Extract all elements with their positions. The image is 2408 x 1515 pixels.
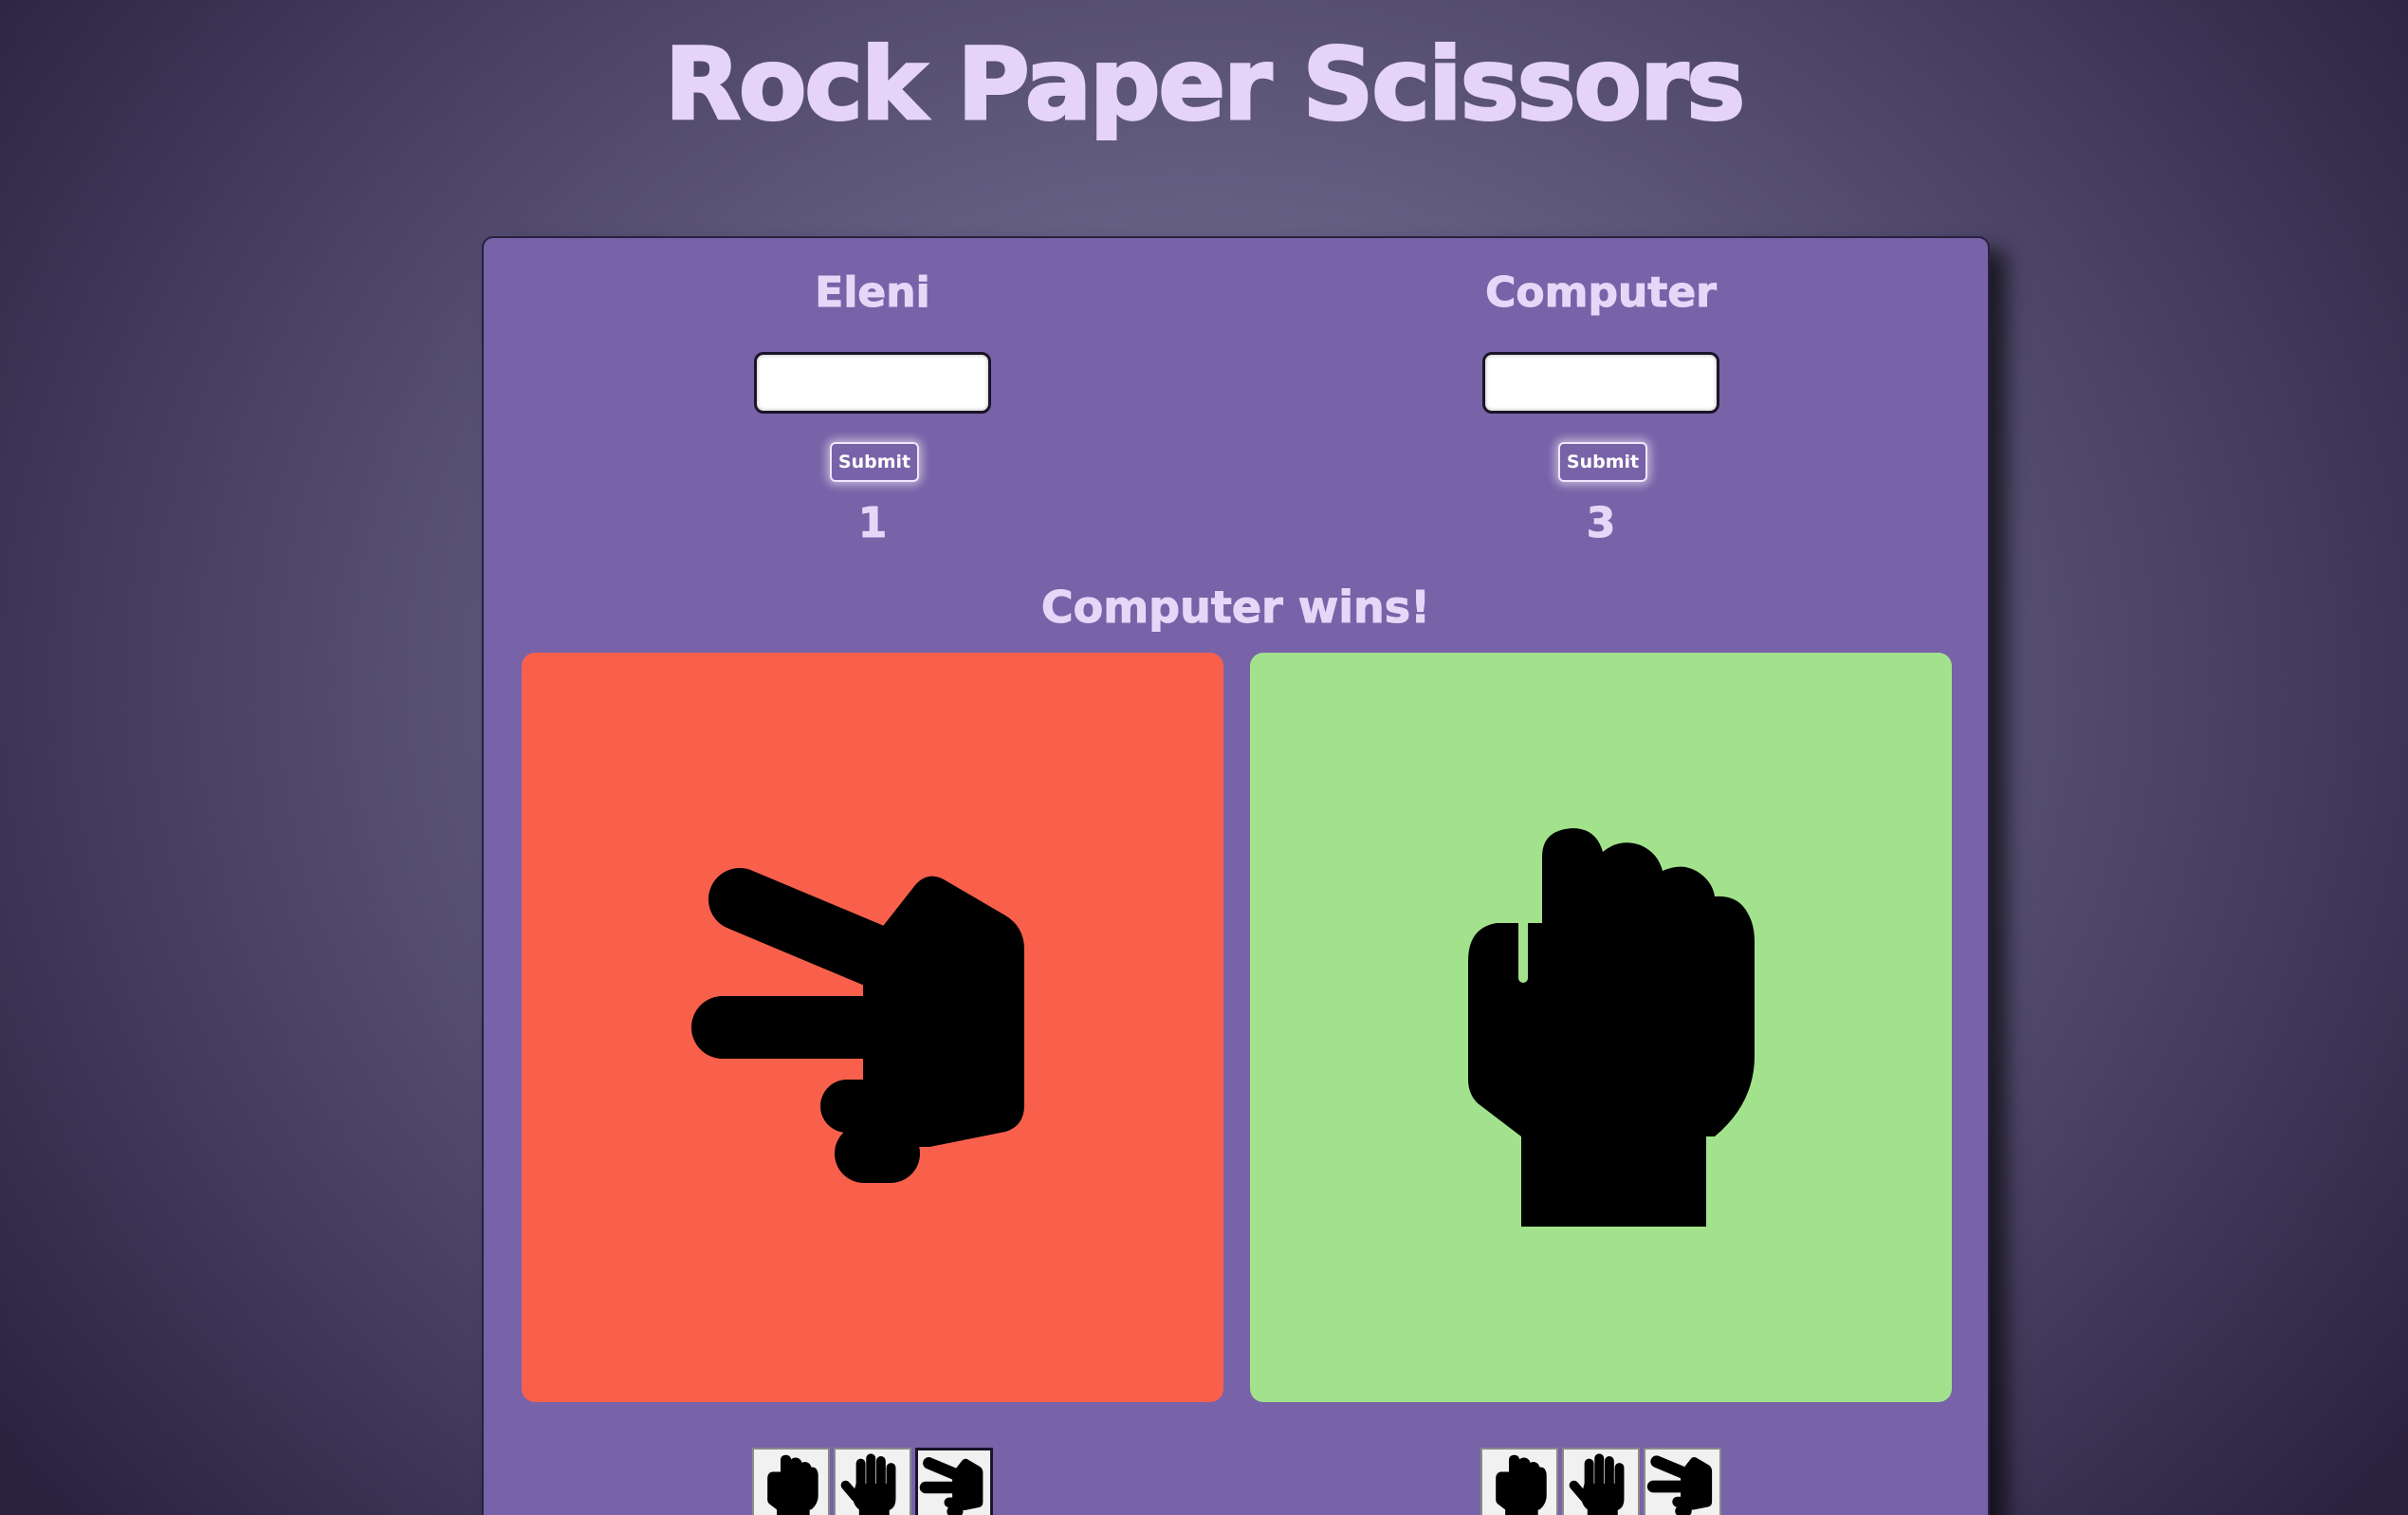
computer-choice-panel xyxy=(1250,653,1952,1402)
computer-scissors-button[interactable] xyxy=(1644,1448,1721,1515)
computer-paper-button[interactable] xyxy=(1562,1448,1640,1515)
player-scissors-button[interactable] xyxy=(915,1448,993,1515)
player-submit-button[interactable]: Submit xyxy=(830,442,919,482)
scissors-hand-icon xyxy=(1646,1455,1713,1515)
computer-choice-buttons xyxy=(1250,1448,1952,1515)
computer-rock-button[interactable] xyxy=(1480,1448,1558,1515)
player-paper-button[interactable] xyxy=(834,1448,911,1515)
player-name: Eleni xyxy=(815,268,930,318)
computer-submit-button[interactable]: Submit xyxy=(1558,442,1647,482)
computer-choice-input[interactable] xyxy=(1482,352,1719,414)
computer-score: 3 xyxy=(1586,499,1616,548)
paper-hand-icon xyxy=(1569,1453,1625,1515)
scissors-hand-icon xyxy=(691,868,1024,1183)
player-choice-panel xyxy=(522,653,1223,1402)
game-board: Eleni Submit 1 Computer Submit 3 Compute… xyxy=(482,236,1990,1515)
rock-hand-icon xyxy=(1468,828,1755,1227)
player-score: 1 xyxy=(857,499,888,548)
paper-hand-icon xyxy=(840,1453,896,1515)
result-message: Computer wins! xyxy=(1040,582,1431,634)
scissors-hand-icon xyxy=(919,1457,983,1515)
rock-hand-icon xyxy=(767,1454,818,1515)
player-rock-button[interactable] xyxy=(752,1448,830,1515)
page-title: Rock Paper Scissors xyxy=(663,26,1746,144)
player-choice-buttons xyxy=(522,1448,1223,1515)
player-choice-input[interactable] xyxy=(754,352,991,414)
computer-name: Computer xyxy=(1485,268,1718,318)
rock-hand-icon xyxy=(1496,1454,1547,1515)
